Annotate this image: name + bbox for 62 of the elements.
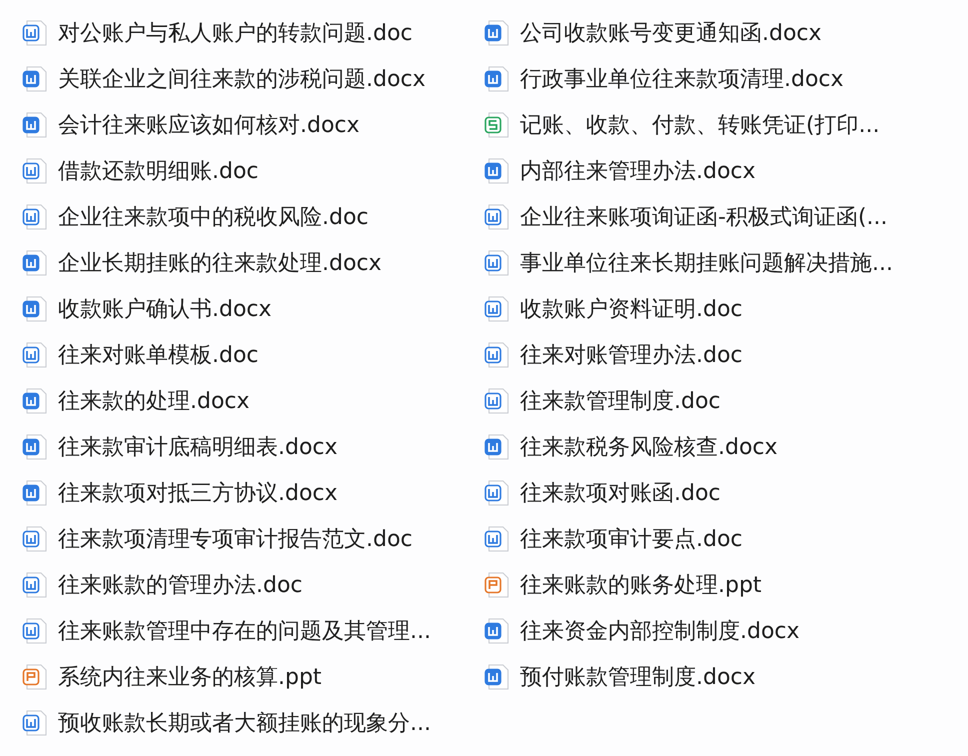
document-file-icon — [484, 663, 510, 691]
document-file-icon — [22, 571, 48, 599]
file-name[interactable]: 对公账户与私人账户的转款问题.doc — [58, 18, 413, 48]
file-name[interactable]: 往来资金内部控制制度.docx — [520, 616, 800, 646]
file-name[interactable]: 往来款税务风险核查.docx — [520, 432, 778, 462]
document-file-icon — [22, 157, 48, 185]
file-name[interactable]: 往来款项审计要点.doc — [520, 524, 743, 554]
file-name[interactable]: 往来账款管理中存在的问题及其管理... — [58, 616, 431, 646]
spreadsheet-file-icon — [484, 111, 510, 139]
document-file-icon — [22, 433, 48, 461]
document-file-icon — [22, 295, 48, 323]
file-name[interactable]: 记账、收款、付款、转账凭证(打印... — [520, 110, 880, 140]
file-name[interactable]: 往来款管理制度.doc — [520, 386, 721, 416]
presentation-file-icon — [484, 571, 510, 599]
document-file-icon — [22, 525, 48, 553]
document-file-icon — [22, 203, 48, 231]
document-file-icon — [484, 387, 510, 415]
document-file-icon — [484, 479, 510, 507]
document-file-icon — [484, 19, 510, 47]
file-name[interactable]: 事业单位往来长期挂账问题解决措施... — [520, 248, 893, 278]
presentation-file-icon — [22, 663, 48, 691]
file-name[interactable]: 关联企业之间往来款的涉税问题.docx — [58, 64, 426, 94]
document-file-icon — [22, 387, 48, 415]
file-name[interactable]: 行政事业单位往来款项清理.docx — [520, 64, 844, 94]
document-file-icon — [484, 433, 510, 461]
document-file-icon — [22, 617, 48, 645]
document-file-icon — [484, 157, 510, 185]
file-name[interactable]: 系统内往来业务的核算.ppt — [58, 662, 322, 692]
file-name[interactable]: 企业往来款项中的税收风险.doc — [58, 202, 369, 232]
file-name[interactable]: 预收账款长期或者大额挂账的现象分... — [58, 708, 431, 738]
document-file-icon — [22, 111, 48, 139]
file-name[interactable]: 收款账户确认书.docx — [58, 294, 272, 324]
file-name[interactable]: 往来款项清理专项审计报告范文.doc — [58, 524, 413, 554]
document-file-icon — [22, 709, 48, 737]
document-file-icon — [22, 479, 48, 507]
file-name[interactable]: 往来对账单模板.doc — [58, 340, 259, 370]
file-name[interactable]: 往来对账管理办法.doc — [520, 340, 743, 370]
file-name[interactable]: 往来账款的账务处理.ppt — [520, 570, 762, 600]
file-name[interactable]: 往来款审计底稿明细表.docx — [58, 432, 338, 462]
document-file-icon — [484, 341, 510, 369]
document-file-icon — [484, 65, 510, 93]
document-file-icon — [22, 65, 48, 93]
file-name[interactable]: 往来账款的管理办法.doc — [58, 570, 303, 600]
file-name[interactable]: 往来款的处理.docx — [58, 386, 250, 416]
file-name[interactable]: 收款账户资料证明.doc — [520, 294, 743, 324]
file-name[interactable]: 借款还款明细账.doc — [58, 156, 259, 186]
document-file-icon — [484, 525, 510, 553]
file-name[interactable]: 往来款项对抵三方协议.docx — [58, 478, 338, 508]
file-name[interactable]: 往来款项对账函.doc — [520, 478, 721, 508]
file-name[interactable]: 企业长期挂账的往来款处理.docx — [58, 248, 382, 278]
document-file-icon — [484, 295, 510, 323]
document-file-icon — [22, 249, 48, 277]
document-file-icon — [484, 249, 510, 277]
document-file-icon — [484, 203, 510, 231]
document-file-icon — [484, 617, 510, 645]
file-name[interactable]: 内部往来管理办法.docx — [520, 156, 756, 186]
file-name[interactable]: 企业往来账项询证函-积极式询证函(... — [520, 202, 888, 232]
document-file-icon — [22, 341, 48, 369]
document-file-icon — [22, 19, 48, 47]
file-name[interactable]: 预付账款管理制度.docx — [520, 662, 756, 692]
file-name[interactable]: 公司收款账号变更通知函.docx — [520, 18, 822, 48]
file-name[interactable]: 会计往来账应该如何核对.docx — [58, 110, 360, 140]
